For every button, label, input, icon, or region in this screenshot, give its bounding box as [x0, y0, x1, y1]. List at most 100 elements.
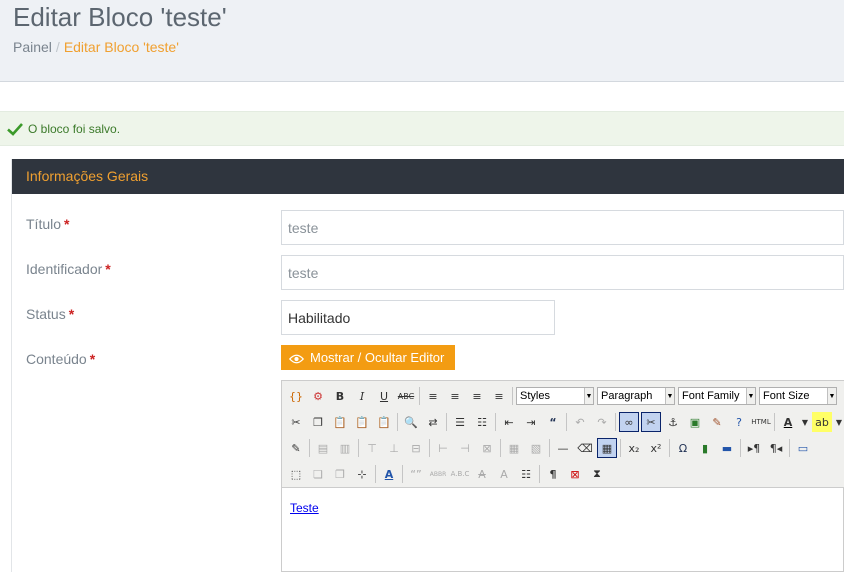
horizontal-rule-icon[interactable]: — [553, 438, 573, 458]
find-icon[interactable]: 🔍 [401, 412, 421, 432]
toolbar-separator [789, 439, 790, 457]
styles-dropdown-label: Styles [520, 390, 550, 402]
eraser-icon[interactable]: ⌫ [575, 438, 595, 458]
check-icon [7, 123, 23, 136]
cite-icon[interactable]: “” [406, 464, 426, 484]
paste-text-icon[interactable]: 📋 [352, 412, 372, 432]
copy-icon[interactable]: ❐ [308, 412, 328, 432]
toolbar-separator [495, 413, 496, 431]
redo-icon[interactable]: ↷ [592, 412, 612, 432]
styles-dropdown[interactable]: Styles ▼ [516, 387, 594, 405]
text-color-icon[interactable]: A [778, 412, 798, 432]
image-icon[interactable]: ▣ [685, 412, 705, 432]
required-mark: * [89, 351, 96, 367]
toolbar-separator [615, 413, 616, 431]
replace-icon[interactable]: ⇄ [423, 412, 443, 432]
page-header: Editar Bloco 'teste' Painel / Editar Bloco… [0, 0, 844, 82]
font-size-dropdown-label: Font Size [763, 390, 810, 402]
toolbar-separator [566, 413, 567, 431]
table-icon[interactable]: ▦ [597, 438, 617, 458]
strikethrough-icon[interactable]: ABC [396, 386, 416, 406]
status-label-text: Status [26, 306, 66, 322]
style-props-icon[interactable]: A [379, 464, 399, 484]
editor-content[interactable]: Teste [290, 499, 319, 517]
align-left-icon[interactable]: ≡ [423, 386, 443, 406]
toolbar-separator [358, 439, 359, 457]
breadcrumb-current: Editar Bloco 'teste' [63, 39, 179, 55]
status-select[interactable] [281, 300, 555, 335]
content-label: Conteúdo * [26, 351, 95, 367]
table-cell-props-icon[interactable]: ▥ [335, 438, 355, 458]
gear-icon[interactable]: ⚙ [308, 386, 328, 406]
insert-row-before-icon[interactable]: ⊤ [362, 438, 382, 458]
help-icon[interactable]: ? [729, 412, 749, 432]
breadcrumb-root[interactable]: Painel [13, 39, 52, 55]
media-icon[interactable]: ▮ [695, 438, 715, 458]
acronym-icon[interactable]: A.B.C [450, 464, 470, 484]
html-icon[interactable]: HTML [751, 412, 771, 432]
underline-icon[interactable]: U [374, 386, 394, 406]
delete-row-icon[interactable]: ⊟ [406, 438, 426, 458]
insert-mark-icon[interactable]: A [494, 464, 514, 484]
fullscreen-icon[interactable]: ▭ [793, 438, 813, 458]
cleanup-icon[interactable]: ✎ [707, 412, 727, 432]
superscript-icon[interactable]: x² [646, 438, 666, 458]
chevron-down-icon[interactable]: ▼ [800, 412, 810, 432]
edit-icon[interactable]: ✎ [286, 438, 306, 458]
insert-col-after-icon[interactable]: ⊣ [455, 438, 475, 458]
identifier-input[interactable] [281, 255, 844, 290]
insert-row-after-icon[interactable]: ⊥ [384, 438, 404, 458]
alert-message: O bloco foi salvo. [28, 122, 121, 136]
absolute-position-icon[interactable]: ⊹ [352, 464, 372, 484]
toolbar-separator [539, 465, 540, 483]
subscript-icon[interactable]: x₂ [624, 438, 644, 458]
undo-icon[interactable]: ↶ [570, 412, 590, 432]
blockquote-icon[interactable]: “ [543, 412, 563, 432]
ltr-icon[interactable]: ▸¶ [744, 438, 764, 458]
outdent-icon[interactable]: ⇤ [499, 412, 519, 432]
content-link[interactable]: Teste [290, 501, 319, 515]
nonbreaking-icon[interactable]: ⊠ [565, 464, 585, 484]
align-center-icon[interactable]: ≡ [445, 386, 465, 406]
toolbar-separator [549, 439, 550, 457]
visual-chars-icon[interactable]: ¶ [543, 464, 563, 484]
paste-icon[interactable]: 📋 [330, 412, 350, 432]
title-input[interactable] [281, 210, 844, 245]
format-dropdown[interactable]: Paragraph ▼ [597, 387, 675, 405]
toggle-editor-button[interactable]: Mostrar / Ocultar Editor [281, 345, 455, 370]
font-size-dropdown[interactable]: Font Size ▼ [759, 387, 837, 405]
insert-layer-icon[interactable]: ⬚ [286, 464, 306, 484]
hr-line-icon[interactable]: ▬ [717, 438, 737, 458]
editor-toolbar: {} ⚙ B I U ABC ≡ ≡ ≡ ≡ Styles ▼ Paragraph… [282, 381, 844, 488]
background-color-icon[interactable]: ab [812, 412, 832, 432]
rtl-icon[interactable]: ¶◂ [766, 438, 786, 458]
abbr-icon[interactable]: ABBR [428, 464, 448, 484]
anchor-icon[interactable]: ⚓ [663, 412, 683, 432]
link-icon[interactable]: ∞ [619, 412, 639, 432]
indent-icon[interactable]: ⇥ [521, 412, 541, 432]
merge-cells-icon[interactable]: ▧ [526, 438, 546, 458]
move-backward-icon[interactable]: ❐ [330, 464, 350, 484]
unlink-icon[interactable]: ✂ [641, 412, 661, 432]
bold-icon[interactable]: B [330, 386, 350, 406]
paste-word-icon[interactable]: 📋 [374, 412, 394, 432]
bullet-list-icon[interactable]: ☰ [450, 412, 470, 432]
insert-col-before-icon[interactable]: ⊢ [433, 438, 453, 458]
pagebreak-icon[interactable]: ⧗ [587, 464, 607, 484]
align-right-icon[interactable]: ≡ [467, 386, 487, 406]
italic-icon[interactable]: I [352, 386, 372, 406]
cut-icon[interactable]: ✂ [286, 412, 306, 432]
attributes-icon[interactable]: ☷ [516, 464, 536, 484]
align-justify-icon[interactable]: ≡ [489, 386, 509, 406]
font-family-dropdown[interactable]: Font Family ▼ [678, 387, 756, 405]
special-char-icon[interactable]: Ω [673, 438, 693, 458]
delete-col-icon[interactable]: ⊠ [477, 438, 497, 458]
page-title: Editar Bloco 'teste' [13, 2, 227, 32]
delete-mark-icon[interactable]: A [472, 464, 492, 484]
move-forward-icon[interactable]: ❏ [308, 464, 328, 484]
split-cells-icon[interactable]: ▦ [504, 438, 524, 458]
numbered-list-icon[interactable]: ☷ [472, 412, 492, 432]
source-code-icon[interactable]: {} [286, 386, 306, 406]
table-row-props-icon[interactable]: ▤ [313, 438, 333, 458]
chevron-down-icon[interactable]: ▼ [834, 412, 844, 432]
